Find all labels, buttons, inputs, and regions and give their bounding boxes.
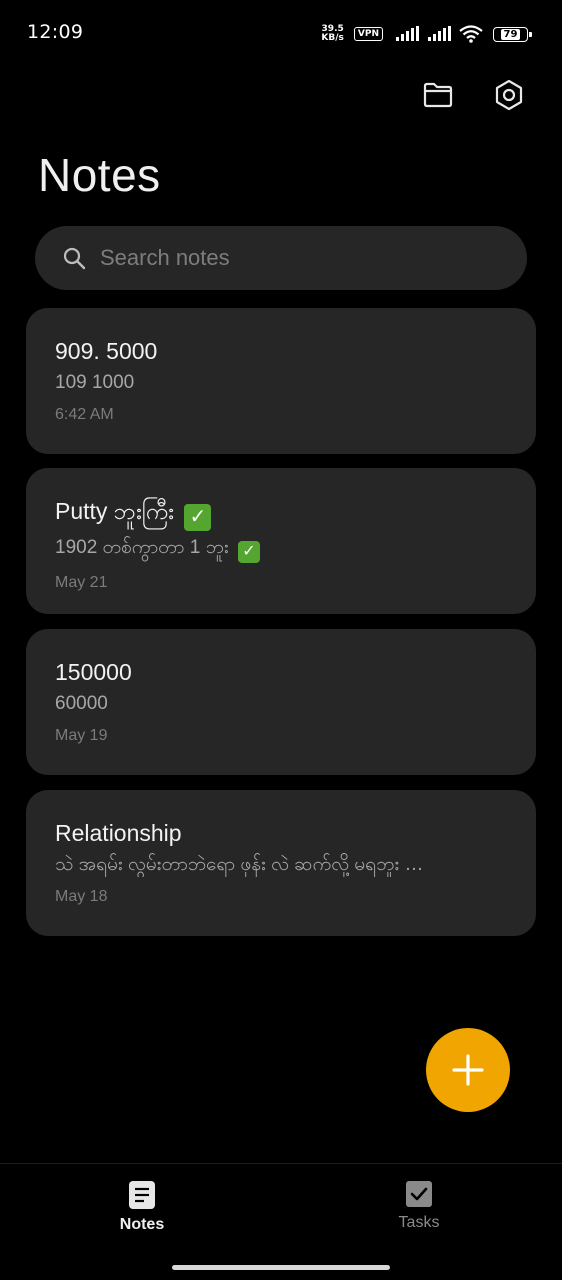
check-mark-icon: ✓ bbox=[237, 540, 260, 563]
bottom-nav: Notes Tasks bbox=[0, 1163, 562, 1280]
add-note-button[interactable] bbox=[426, 1028, 510, 1112]
note-card[interactable]: 150000 60000 May 19 bbox=[26, 629, 536, 775]
folder-icon bbox=[423, 82, 453, 108]
page-title: Notes bbox=[38, 149, 161, 201]
note-snippet: 60000 bbox=[55, 693, 108, 714]
search-bar[interactable] bbox=[35, 226, 527, 290]
note-date: May 18 bbox=[55, 888, 108, 905]
check-mark-icon: ✓ bbox=[184, 503, 212, 531]
note-snippet-row: 1902 တစ်ကွာတာ 1 ဘူး ✓ bbox=[55, 536, 507, 563]
tab-notes[interactable]: Notes bbox=[82, 1180, 202, 1234]
tab-notes-label: Notes bbox=[119, 1216, 165, 1233]
folder-button[interactable] bbox=[419, 76, 457, 114]
tab-tasks[interactable]: Tasks bbox=[359, 1180, 479, 1232]
status-time: 12:09 bbox=[27, 21, 84, 43]
home-indicator[interactable] bbox=[172, 1265, 390, 1270]
note-date: May 19 bbox=[55, 727, 108, 744]
plus-icon bbox=[452, 1054, 484, 1086]
note-title: Relationship bbox=[55, 820, 182, 846]
checkbox-icon bbox=[406, 1181, 432, 1207]
tab-tasks-label: Tasks bbox=[398, 1214, 440, 1231]
signal-icon-2 bbox=[428, 26, 451, 41]
note-date: May 21 bbox=[55, 573, 108, 591]
note-card[interactable]: Putty ဘူးကြီး ✓ 1902 တစ်ကွာတာ 1 ဘူး ✓ Ma… bbox=[26, 468, 536, 614]
notes-screen: 12:09 39.5 KB/s VPN 79 Notes Search note… bbox=[0, 0, 562, 1280]
signal-icon bbox=[396, 26, 419, 41]
status-bar: 12:09 39.5 KB/s VPN 79 bbox=[0, 0, 562, 66]
wifi-icon bbox=[459, 25, 483, 43]
settings-button[interactable] bbox=[490, 76, 528, 114]
note-title: 909. 5000 bbox=[55, 338, 158, 364]
note-icon bbox=[129, 1181, 155, 1209]
note-card[interactable]: Relationship သဲ အရမ်း လွမ်းတာဘဲရော ဖုန်း… bbox=[26, 790, 536, 936]
note-date: 6:42 AM bbox=[55, 406, 114, 423]
network-speed: 39.5 KB/s bbox=[321, 25, 343, 43]
search-input[interactable] bbox=[100, 245, 480, 271]
battery-icon: 79 bbox=[493, 26, 532, 42]
note-title-row: Putty ဘူးကြီး ✓ bbox=[55, 496, 507, 531]
status-icons: 39.5 KB/s VPN 79 bbox=[321, 22, 532, 46]
note-snippet: 1902 တစ်ကွာတာ 1 ဘူး bbox=[55, 536, 229, 558]
network-speed-unit: KB/s bbox=[321, 33, 344, 43]
note-title: Putty ဘူးကြီး bbox=[55, 498, 174, 524]
note-snippet: 109 1000 bbox=[55, 372, 135, 393]
search-icon bbox=[61, 245, 87, 271]
battery-level: 79 bbox=[500, 28, 521, 40]
vpn-badge: VPN bbox=[353, 27, 383, 41]
note-title: 150000 bbox=[55, 659, 132, 685]
note-card[interactable]: 909. 5000 109 1000 6:42 AM bbox=[26, 308, 536, 454]
note-snippet: သဲ အရမ်း လွမ်းတာဘဲရော ဖုန်း လဲ ဆက်လို့ မ… bbox=[55, 854, 424, 875]
gear-icon bbox=[495, 79, 523, 111]
